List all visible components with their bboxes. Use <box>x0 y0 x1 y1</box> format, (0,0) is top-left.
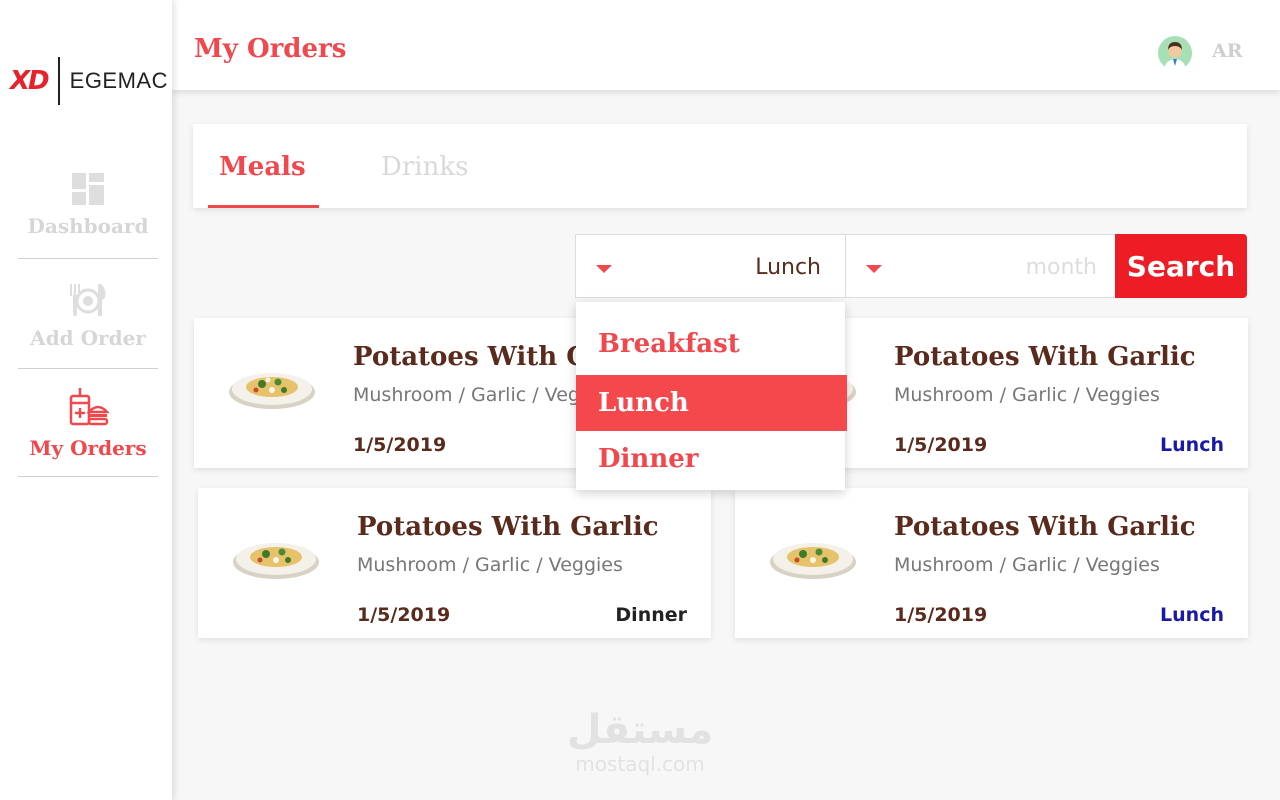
category-tabs: Meals Drinks <box>193 124 1247 208</box>
page-title: My Orders <box>194 34 347 64</box>
order-title: Potatoes With Garlic <box>357 512 659 542</box>
order-title: Potatoes With Garlic <box>894 342 1196 372</box>
top-header: My Orders AR <box>172 0 1280 90</box>
order-date: 1/5/2019 <box>894 604 988 626</box>
sidebar-item-label: My Orders <box>29 436 147 460</box>
tab-drinks[interactable]: Drinks <box>381 152 468 182</box>
order-ingredients: Mushroom / Garlic / Veggies <box>357 554 623 576</box>
dropdown-option-breakfast[interactable]: Breakfast <box>576 316 847 372</box>
order-ingredients: Mushroom / Garlic / Veggies <box>894 384 1160 406</box>
sidebar-item-my-orders[interactable]: My Orders <box>18 386 158 477</box>
order-card[interactable]: Potatoes With Garlic Mushroom / Garlic /… <box>735 488 1248 638</box>
language-switch[interactable]: AR <box>1212 40 1243 62</box>
month-select[interactable]: month <box>845 234 1116 298</box>
brand-logo[interactable]: XD EGEMAC <box>10 56 168 106</box>
order-date: 1/5/2019 <box>894 434 988 456</box>
order-date: 1/5/2019 <box>357 604 451 626</box>
sidebar-item-label: Dashboard <box>27 214 149 238</box>
dashboard-icon <box>72 173 104 205</box>
brand-mark: XD <box>10 66 50 96</box>
cutlery-icon <box>70 284 106 316</box>
avatar[interactable] <box>1158 36 1192 70</box>
dropdown-option-dinner[interactable]: Dinner <box>576 431 847 487</box>
order-ingredients: Mushroom / Garlic / Veggies <box>894 554 1160 576</box>
order-meal-type: Lunch <box>1160 434 1224 456</box>
meal-type-value: Lunch <box>755 255 821 280</box>
watermark: مستقل mostaql.com <box>560 708 720 776</box>
search-button[interactable]: Search <box>1115 234 1247 298</box>
sidebar-item-dashboard[interactable]: Dashboard <box>18 172 158 259</box>
sidebar-item-add-order[interactable]: Add Order <box>18 282 158 369</box>
month-placeholder: month <box>1025 255 1097 280</box>
order-date: 1/5/2019 <box>353 434 447 456</box>
pasta-dish-icon <box>770 543 856 579</box>
active-tab-indicator <box>208 205 319 208</box>
sidebar: XD EGEMAC Dashboard Add Order My Orders <box>0 0 172 800</box>
user-avatar-icon <box>1158 36 1192 70</box>
caret-down-icon <box>866 265 882 273</box>
pasta-dish-icon <box>233 543 319 579</box>
pasta-dish-icon <box>229 373 315 409</box>
brand-name: EGEMAC <box>69 68 168 93</box>
watermark-arabic: مستقل <box>566 707 714 753</box>
tab-meals[interactable]: Meals <box>219 152 306 182</box>
sidebar-item-label: Add Order <box>30 326 146 350</box>
dropdown-option-lunch[interactable]: Lunch <box>576 375 847 431</box>
food-tray-icon <box>69 388 109 426</box>
order-card[interactable]: Potatoes With Garlic Mushroom / Garlic /… <box>198 488 711 638</box>
logo-divider <box>57 57 60 105</box>
order-title: Potatoes With Garlic <box>894 512 1196 542</box>
meal-type-dropdown: Breakfast Lunch Dinner <box>576 302 847 490</box>
order-meal-type: Lunch <box>1160 604 1224 626</box>
caret-down-icon <box>596 265 612 273</box>
watermark-latin: mostaql.com <box>575 752 705 776</box>
meal-type-select[interactable]: Lunch <box>575 234 846 298</box>
order-meal-type: Dinner <box>615 604 687 626</box>
